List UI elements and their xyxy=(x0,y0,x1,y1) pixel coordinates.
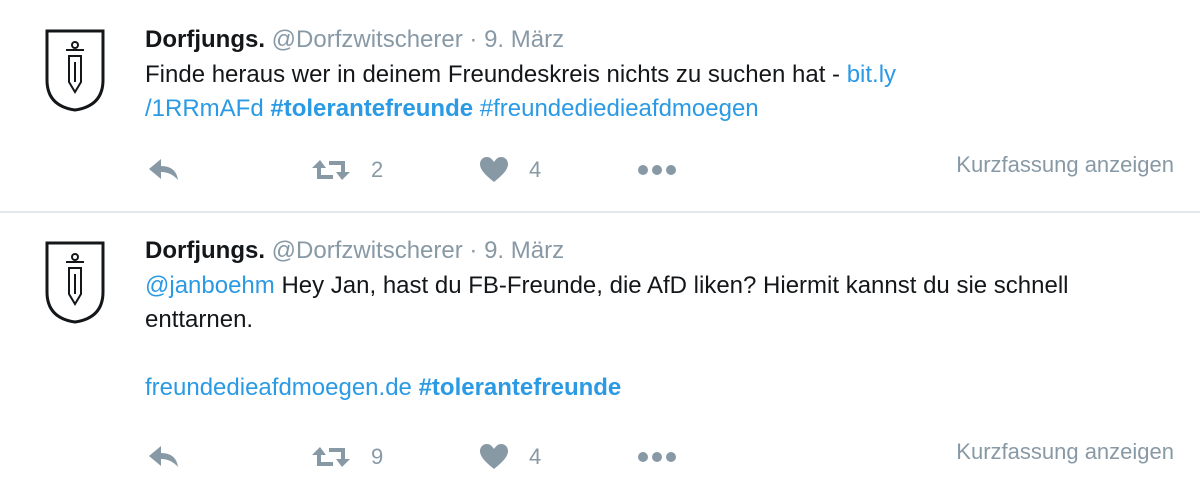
more-button[interactable] xyxy=(637,437,677,477)
separator-dot: · xyxy=(469,237,478,264)
tweet[interactable]: Dorfjungs. @Dorfzwitscherer · 9. März @j… xyxy=(0,213,1200,499)
website-link[interactable]: freundedieafdmoegen.de xyxy=(145,374,412,401)
tweet-text: @janboehm Hey Jan, hast du FB-Freunde, d… xyxy=(145,269,1180,337)
tweet-link-part2[interactable]: /1RRmAFd xyxy=(145,95,264,122)
more-dots-icon xyxy=(638,165,676,175)
like-button[interactable]: 4 xyxy=(479,437,541,477)
like-count: 4 xyxy=(529,444,542,469)
more-dots-icon xyxy=(638,452,676,462)
tweet-text: Finde heraus wer in deinem Freundeskreis… xyxy=(145,58,1180,126)
tweet-header: Dorfjungs. @Dorfzwitscherer · 9. März xyxy=(145,22,1180,58)
retweet-button[interactable]: 2 xyxy=(311,150,383,190)
tweet-header: Dorfjungs. @Dorfzwitscherer · 9. März xyxy=(145,233,1180,269)
show-summary-link[interactable]: Kurzfassung anzeigen xyxy=(956,437,1174,467)
timestamp[interactable]: 9. März xyxy=(484,26,564,53)
avatar[interactable] xyxy=(44,28,106,112)
reply-icon xyxy=(149,446,178,467)
hashtag-link[interactable]: #tolerantefreunde xyxy=(419,374,622,401)
tweet[interactable]: Dorfjungs. @Dorfzwitscherer · 9. März Fi… xyxy=(0,0,1200,213)
dorfjungs-shield-logo xyxy=(45,241,105,324)
fullname[interactable]: Dorfjungs. xyxy=(145,26,265,53)
retweet-icon xyxy=(312,447,350,467)
retweet-icon xyxy=(312,160,350,180)
hashtag-link[interactable]: #tolerantefreunde xyxy=(270,95,473,122)
retweet-count: 2 xyxy=(371,157,384,182)
like-button[interactable]: 4 xyxy=(479,150,541,190)
heart-icon xyxy=(480,444,508,469)
tweet-text-links: freundedieafdmoegen.de #tolerantefreunde xyxy=(145,371,1180,405)
tweet-text-plain: Hey Jan, hast du FB-Freunde, die AfD lik… xyxy=(145,272,1069,333)
reply-icon xyxy=(149,159,178,180)
heart-icon xyxy=(480,157,508,182)
avatar[interactable] xyxy=(44,240,106,324)
fullname[interactable]: Dorfjungs. xyxy=(145,237,265,264)
mention-link[interactable]: @janboehm xyxy=(145,272,275,299)
username[interactable]: @Dorfzwitscherer xyxy=(272,237,463,264)
timestamp[interactable]: 9. März xyxy=(484,237,564,264)
tweet-content: Dorfjungs. @Dorfzwitscherer · 9. März @j… xyxy=(145,233,1180,405)
tweet-actions: 2 4 Kurzfassung anzeigen xyxy=(145,150,1174,190)
username[interactable]: @Dorfzwitscherer xyxy=(272,26,463,53)
reply-button[interactable] xyxy=(147,150,181,190)
dorfjungs-shield-logo xyxy=(45,29,105,112)
hashtag-link[interactable]: #freundediedieafdmoegen xyxy=(480,95,759,122)
reply-button[interactable] xyxy=(147,437,181,477)
retweet-button[interactable]: 9 xyxy=(311,437,383,477)
retweet-count: 9 xyxy=(371,444,384,469)
like-count: 4 xyxy=(529,157,542,182)
more-button[interactable] xyxy=(637,150,677,190)
tweet-timeline: Dorfjungs. @Dorfzwitscherer · 9. März Fi… xyxy=(0,0,1200,499)
tweet-link-part1[interactable]: bit.ly xyxy=(847,61,896,88)
tweet-content: Dorfjungs. @Dorfzwitscherer · 9. März Fi… xyxy=(145,22,1180,126)
separator-dot: · xyxy=(469,26,478,53)
show-summary-link[interactable]: Kurzfassung anzeigen xyxy=(956,150,1174,180)
tweet-actions: 9 4 Kurzfassung anzeigen xyxy=(145,437,1174,477)
tweet-text-plain: Finde heraus wer in deinem Freundeskreis… xyxy=(145,61,847,88)
